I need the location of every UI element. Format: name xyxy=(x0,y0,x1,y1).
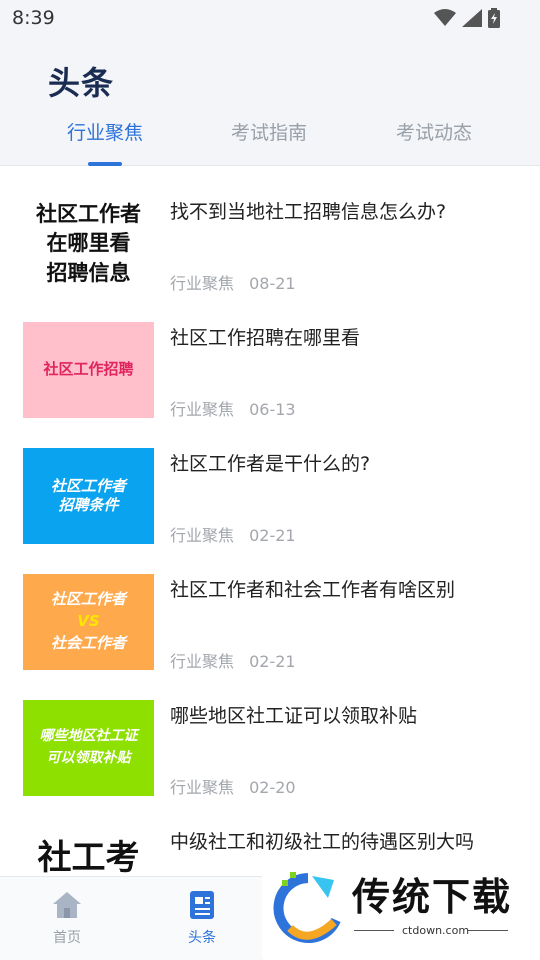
article-date: 02-21 xyxy=(249,526,296,545)
tab-exam-news[interactable]: 考试动态 xyxy=(364,118,504,145)
article-category: 行业聚焦 xyxy=(170,526,235,545)
article-thumbnail: 社区工作招聘 xyxy=(23,322,154,418)
thumbnail-text: 社区工作者 xyxy=(50,476,126,495)
thumbnail-text: 招聘条件 xyxy=(58,496,119,514)
watermark-url: ctdown.com xyxy=(402,924,470,937)
article-title[interactable]: 哪些地区社工证可以领取补贴 xyxy=(170,701,520,728)
article-thumbnail: 社区工作者 招聘条件 xyxy=(23,448,154,544)
article-meta: 行业聚焦 08-21 xyxy=(170,270,296,294)
thumbnail-text: 哪些地区社工证 xyxy=(39,728,138,745)
article-title[interactable]: 社区工作招聘在哪里看 xyxy=(170,323,520,350)
article-meta: 行业聚焦 02-20 xyxy=(170,774,296,798)
article-thumbnail: 社区工作者 VS 社会工作者 xyxy=(23,574,154,670)
article-thumbnail: 社区工作者 在哪里看 招聘信息 xyxy=(23,197,154,291)
nav-label: 头条 xyxy=(188,930,216,946)
page-title: 头条 xyxy=(48,64,115,102)
article-list[interactable]: 社区工作者 在哪里看 招聘信息 找不到当地社工招聘信息怎么办? 行业聚焦 08-… xyxy=(0,167,540,875)
active-tab-indicator xyxy=(88,162,122,166)
nav-item-home[interactable]: 首页 xyxy=(17,889,117,947)
thumbnail-text: 社会工作者 xyxy=(50,633,126,652)
thumbnail-text: 社区工作者 xyxy=(50,590,126,609)
divider xyxy=(468,930,508,931)
wifi-icon xyxy=(434,9,456,26)
article-title[interactable]: 中级社工和初级社工的待遇区别大吗 xyxy=(170,827,520,854)
thumbnail-text: 社区工作招聘 xyxy=(43,360,134,379)
tab-industry-focus[interactable]: 行业聚焦 xyxy=(35,118,175,145)
status-bar: 8:39 xyxy=(0,0,540,36)
nav-item-news[interactable]: 头条 xyxy=(152,889,252,947)
article-meta: 行业聚焦 02-21 xyxy=(170,522,296,546)
divider xyxy=(354,930,394,931)
thumbnail-text: 社区工作者 xyxy=(36,201,141,226)
article-date: 06-13 xyxy=(249,400,296,419)
list-item[interactable]: 社区工作者 招聘条件 社区工作者是干什么的? 行业聚焦 02-21 xyxy=(0,419,540,545)
list-item[interactable]: 社区工作者 在哪里看 招聘信息 找不到当地社工招聘信息怎么办? 行业聚焦 08-… xyxy=(0,167,540,293)
article-meta: 行业聚焦 06-13 xyxy=(170,396,296,420)
article-title[interactable]: 社区工作者和社会工作者有啥区别 xyxy=(170,575,520,602)
status-time: 8:39 xyxy=(12,7,55,29)
site-watermark: 传统下载 ctdown.com xyxy=(262,856,540,960)
nav-label: 首页 xyxy=(53,930,81,946)
article-thumbnail: 社工考试 xyxy=(23,826,154,875)
thumbnail-text: 可以领取补贴 xyxy=(46,750,131,766)
article-meta: 行业聚焦 02-21 xyxy=(170,648,296,672)
article-category: 行业聚焦 xyxy=(170,274,235,293)
tab-exam-guide[interactable]: 考试指南 xyxy=(199,118,339,145)
article-date: 02-20 xyxy=(249,778,296,797)
news-icon xyxy=(190,891,214,919)
watermark-logo-icon xyxy=(273,872,341,943)
list-item[interactable]: 哪些地区社工证 可以领取补贴 哪些地区社工证可以领取补贴 行业聚焦 02-20 xyxy=(0,671,540,797)
article-category: 行业聚焦 xyxy=(170,652,235,671)
article-date: 08-21 xyxy=(249,274,296,293)
cellular-signal-icon xyxy=(462,9,482,27)
article-thumbnail: 哪些地区社工证 可以领取补贴 xyxy=(23,700,154,796)
battery-icon xyxy=(488,8,500,28)
home-icon xyxy=(53,892,81,918)
tab-bar: 行业聚焦 考试指南 考试动态 xyxy=(0,114,540,166)
thumbnail-text: VS xyxy=(77,612,100,631)
article-title[interactable]: 社区工作者是干什么的? xyxy=(170,449,520,476)
list-item[interactable]: 社区工作者 VS 社会工作者 社区工作者和社会工作者有啥区别 行业聚焦 02-2… xyxy=(0,545,540,671)
thumbnail-text: 在哪里看 xyxy=(46,231,131,256)
article-title[interactable]: 找不到当地社工招聘信息怎么办? xyxy=(170,197,520,224)
watermark-text: 传统下载 xyxy=(352,875,513,919)
header: 头条 行业聚焦 考试指南 考试动态 xyxy=(0,36,540,166)
status-icons xyxy=(434,8,500,28)
article-category: 行业聚焦 xyxy=(170,400,235,419)
article-date: 02-21 xyxy=(249,652,296,671)
thumbnail-text: 社工考试 xyxy=(37,838,140,875)
article-category: 行业聚焦 xyxy=(170,778,235,797)
thumbnail-text: 招聘信息 xyxy=(46,260,131,285)
list-item[interactable]: 社区工作招聘 社区工作招聘在哪里看 行业聚焦 06-13 xyxy=(0,293,540,419)
